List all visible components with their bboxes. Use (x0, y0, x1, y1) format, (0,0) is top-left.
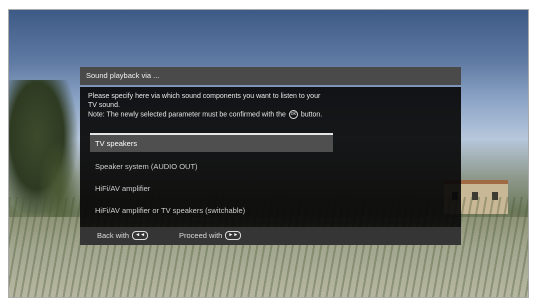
dialog-footer: Back with ◄◄ Proceed with ►► (80, 227, 461, 245)
option-hifi-or-tv-switchable[interactable]: HiFi/AV amplifier or TV speakers (switch… (90, 200, 390, 222)
option-tv-speakers[interactable]: TV speakers (90, 133, 333, 152)
dialog-body: Please specify here via which sound comp… (80, 87, 461, 227)
description-line: TV sound. (88, 102, 120, 109)
fast-forward-button-icon: ►► (225, 230, 242, 240)
note-text: Note: The newly selected parameter must … (88, 111, 286, 119)
proceed-label: Proceed with (179, 231, 223, 240)
description-note: Note: The newly selected parameter must … (88, 110, 428, 119)
dialog-description: Please specify here via which sound comp… (80, 87, 436, 119)
description-line: Please specify here via which sound comp… (88, 93, 321, 100)
proceed-hint[interactable]: Proceed with ►► (179, 227, 242, 245)
option-speaker-system[interactable]: Speaker system (AUDIO OUT) (90, 156, 390, 178)
note-text: button. (300, 111, 323, 119)
back-hint[interactable]: Back with ◄◄ (97, 227, 149, 245)
sound-playback-dialog: Sound playback via ... Please specify he… (80, 67, 461, 245)
option-hifi-av-amplifier[interactable]: HiFi/AV amplifier (90, 178, 390, 200)
rewind-button-icon: ◄◄ (132, 230, 149, 240)
ok-button-icon: ok (288, 110, 298, 119)
back-label: Back with (97, 231, 130, 240)
sound-option-list: TV speakers Speaker system (AUDIO OUT) H… (90, 133, 390, 222)
dialog-title: Sound playback via ... (80, 67, 461, 85)
